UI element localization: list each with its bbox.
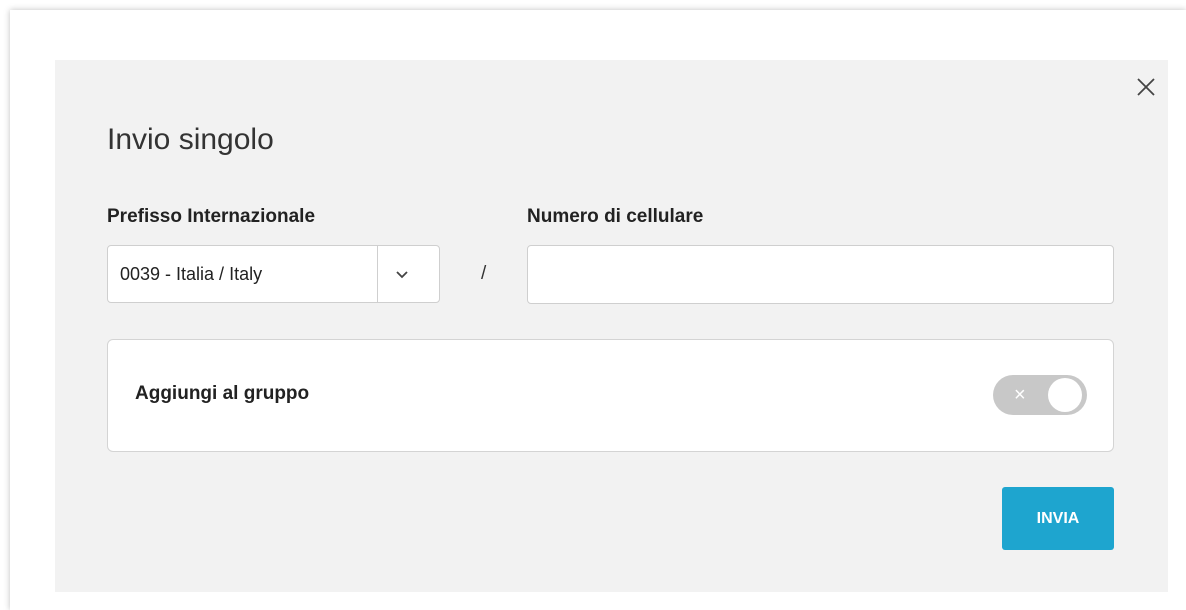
dialog-title: Invio singolo [107, 123, 274, 156]
prefix-select[interactable]: 0039 - Italia / Italy [107, 245, 440, 303]
phone-number-input[interactable] [527, 245, 1114, 304]
phone-label: Numero di cellulare [527, 206, 704, 227]
send-button[interactable]: INVIA [1002, 487, 1114, 550]
add-to-group-toggle[interactable]: × [993, 375, 1087, 415]
prefix-separator: / [481, 263, 487, 284]
close-icon [1137, 78, 1155, 96]
toggle-off-icon: × [1014, 384, 1026, 406]
toggle-knob [1048, 378, 1082, 412]
modal-container: Invio singolo Prefisso Internazionale Nu… [10, 10, 1186, 610]
single-send-dialog: Invio singolo Prefisso Internazionale Nu… [55, 60, 1168, 592]
add-to-group-label: Aggiungi al gruppo [135, 383, 310, 404]
add-to-group-panel: Aggiungi al gruppo × [107, 339, 1114, 452]
prefix-selected-value: 0039 - Italia / Italy [120, 264, 263, 284]
prefix-label: Prefisso Internazionale [107, 206, 316, 227]
close-button[interactable] [1133, 74, 1159, 100]
chevron-down-icon[interactable] [392, 264, 412, 284]
select-divider [377, 246, 378, 302]
